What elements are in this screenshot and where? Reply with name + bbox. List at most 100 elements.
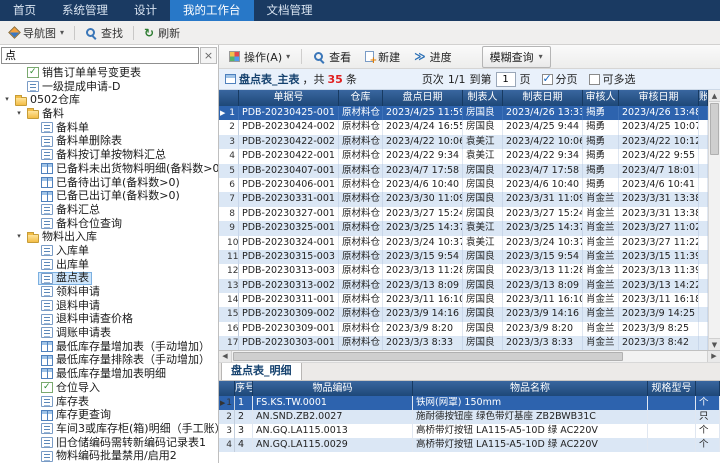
cell-warehouse: 原材料仓 <box>339 221 383 235</box>
cell-auditor: 肖金兰 <box>583 207 619 221</box>
table-row[interactable]: 9 PDB-20230325-001 原材料仓 2023/3/25 14:37 … <box>219 221 708 235</box>
tree-item[interactable]: 旧仓储编码需转新编码记录表1 <box>0 436 218 450</box>
table-row[interactable]: 15 PDB-20230309-002 原材料仓 2023/3/9 14:16 … <box>219 307 708 321</box>
horizontal-scrollbar[interactable]: ◀ ▶ <box>219 351 720 363</box>
tree-item-label: 备料 <box>42 107 64 121</box>
menu-item[interactable]: 我的工作台 <box>170 0 254 21</box>
clear-search-button[interactable]: × <box>200 47 217 64</box>
multiselect-checkbox[interactable] <box>589 74 600 85</box>
action-menu-button[interactable]: 操作(A) ▾ <box>223 47 296 67</box>
table-row[interactable]: 17 PDB-20230303-001 原材料仓 2023/3/3 8:33 房… <box>219 336 708 350</box>
refresh-icon: ↻ <box>144 27 154 39</box>
tree-item[interactable]: 入库单 <box>0 244 218 258</box>
scrollbar-thumb[interactable] <box>710 103 719 155</box>
col-header-docno[interactable]: 单据号 <box>239 90 339 106</box>
tree-item[interactable]: 已备待出订单(备料数>0) <box>0 176 218 190</box>
table-row[interactable]: 1 PDB-20230425-001 原材料仓 2023/4/25 11:59 … <box>219 106 708 120</box>
table-row[interactable]: 7 PDB-20230331-001 原材料仓 2023/3/30 11:09 … <box>219 192 708 206</box>
progress-button[interactable]: ≫ 进度 <box>408 47 458 67</box>
tree-item[interactable]: ▾ 0502仓库 <box>0 93 218 107</box>
scroll-left-button[interactable]: ◀ <box>219 351 232 362</box>
col-header-item-code[interactable]: 物品编码 <box>253 381 413 396</box>
table-row[interactable]: 11 PDB-20230315-003 原材料仓 2023/3/15 9:54 … <box>219 250 708 264</box>
tree-item[interactable]: 备料单 <box>0 121 218 135</box>
tree-item[interactable]: 出库单 <box>0 258 218 272</box>
col-header-item-name[interactable]: 物品名称 <box>413 381 648 396</box>
tree-item[interactable]: 调账申请表 <box>0 326 218 340</box>
tree-search-input[interactable] <box>1 47 199 64</box>
tree-expand-icon[interactable]: ▾ <box>14 107 24 121</box>
view-button[interactable]: 查看 <box>307 47 357 67</box>
menu-item[interactable]: 系统管理 <box>49 0 121 21</box>
tree-item[interactable]: 退料申请查价格 <box>0 312 218 326</box>
menu-item[interactable]: 文档管理 <box>254 0 326 21</box>
col-header-prepare-date[interactable]: 制表日期 <box>503 90 583 106</box>
detail-tab[interactable]: 盘点表_明细 <box>221 360 302 380</box>
tree-item[interactable]: 库存更查询 <box>0 408 218 422</box>
table-row[interactable]: 6 PDB-20230406-001 原材料仓 2023/4/6 10:40 房… <box>219 178 708 192</box>
table-row[interactable]: 8 PDB-20230327-001 原材料仓 2023/3/27 15:24 … <box>219 207 708 221</box>
scrollbar-thumb[interactable] <box>233 352 623 361</box>
tree-expand-icon[interactable]: ▾ <box>14 230 24 244</box>
detail-row[interactable]: 3 3 AN.GQ.LA115.0013 高桥带灯按钮 LA115-A5-10D… <box>219 424 720 438</box>
scroll-right-button[interactable]: ▶ <box>707 351 720 362</box>
new-button[interactable]: 新建 <box>359 47 406 67</box>
tree-item[interactable]: 备料按订单按物料汇总 <box>0 148 218 162</box>
col-header-audit-date[interactable]: 审核日期 <box>619 90 699 106</box>
table-row[interactable]: 2 PDB-20230424-002 原材料仓 2023/4/24 16:55 … <box>219 120 708 134</box>
col-header-warehouse[interactable]: 仓库 <box>339 90 383 106</box>
detail-row[interactable]: 4 4 AN.GQ.LA115.0029 高桥带灯按钮 LA115-A5-10D… <box>219 438 720 452</box>
detail-row[interactable]: 1 1 FS.KS.TW.0001 铁网(网罩) 150mm 个 <box>219 396 720 410</box>
tree-item[interactable]: 备料单删除表 <box>0 134 218 148</box>
tree-item[interactable]: 最低库存量增加表（手动增加） <box>0 340 218 354</box>
table-row[interactable]: 10 PDB-20230324-001 原材料仓 2023/3/24 10:37… <box>219 236 708 250</box>
menu-item[interactable]: 首页 <box>0 0 49 21</box>
tree-item[interactable]: ▾ 物料出入库 <box>0 230 218 244</box>
refresh-button[interactable]: ↻ 刷新 <box>139 23 185 43</box>
table-row[interactable]: 12 PDB-20230313-003 原材料仓 2023/3/13 11:28… <box>219 264 708 278</box>
col-header-account[interactable]: 账 <box>699 90 708 106</box>
find-button[interactable]: 查找 <box>80 23 128 43</box>
col-header-auditor[interactable]: 审核人 <box>583 90 619 106</box>
tree-item[interactable]: 库存表 <box>0 395 218 409</box>
scroll-up-button[interactable]: ▲ <box>709 90 720 102</box>
col-header-preparer[interactable]: 制表人 <box>463 90 503 106</box>
col-header-unit[interactable] <box>696 381 720 396</box>
tree-item[interactable]: 仓位导入 <box>0 381 218 395</box>
tree-item[interactable]: 最低库存量增加表明细 <box>0 367 218 381</box>
scroll-down-button[interactable]: ▼ <box>709 338 720 350</box>
tree-item[interactable]: 车间3或库存柜(箱)明细（手工账） <box>0 422 218 436</box>
tree-item[interactable]: 备料仓位查询 <box>0 217 218 231</box>
col-header-spec[interactable]: 规格型号 <box>648 381 696 396</box>
tree-item[interactable]: 备料汇总 <box>0 203 218 217</box>
tree-item[interactable]: 盘点表 <box>0 271 218 285</box>
table-row[interactable]: 3 PDB-20230422-002 原材料仓 2023/4/22 10:06 … <box>219 135 708 149</box>
navigation-map-button[interactable]: 导航图 ▾ <box>5 23 69 43</box>
grid-tab-label[interactable]: 盘点表_主表 <box>239 71 300 87</box>
vertical-scrollbar[interactable]: ▲ ▼ <box>708 90 720 350</box>
table-row[interactable]: 4 PDB-20230422-001 原材料仓 2023/4/22 9:34 袁… <box>219 149 708 163</box>
fuzzy-query-button[interactable]: 模糊查询 ▾ <box>482 46 551 68</box>
table-row[interactable]: 14 PDB-20230311-001 原材料仓 2023/3/11 16:10… <box>219 293 708 307</box>
col-header-seq[interactable]: 序号 <box>235 381 253 396</box>
tree-item[interactable]: 物料编码批量禁用/启用2 <box>0 449 218 463</box>
menu-item[interactable]: 设计 <box>121 0 170 21</box>
tree-item[interactable]: ▾ 备料 <box>0 107 218 121</box>
col-header-inventory-date[interactable]: 盘点日期 <box>383 90 463 106</box>
tree-item[interactable]: 销售订单单号变更表 <box>0 66 218 80</box>
detail-row[interactable]: 2 2 AN.SND.ZB2.0027 施耐德按钮座 绿色带灯基座 ZB2BWB… <box>219 410 720 424</box>
table-row[interactable]: 13 PDB-20230313-002 原材料仓 2023/3/13 8:09 … <box>219 279 708 293</box>
tree-item-label: 备料汇总 <box>56 203 100 217</box>
tree-expand-icon[interactable]: ▾ <box>2 93 12 107</box>
table-row[interactable]: 16 PDB-20230309-001 原材料仓 2023/3/9 8:20 房… <box>219 322 708 336</box>
tree-item[interactable]: 一级提成申请-D <box>0 80 218 94</box>
tree-item[interactable]: 领料申请 <box>0 285 218 299</box>
paging-checkbox[interactable] <box>542 74 553 85</box>
tree-item[interactable]: 最低库存量排除表（手动增加） <box>0 353 218 367</box>
tree-item[interactable]: 已备已出订单(备料数>0) <box>0 189 218 203</box>
page-number-input[interactable] <box>496 72 516 87</box>
tree-item[interactable]: 已备料未出货物料明细(备料数>0) <box>0 162 218 176</box>
table-row[interactable]: 5 PDB-20230407-001 原材料仓 2023/4/7 17:58 房… <box>219 164 708 178</box>
tree-item[interactable]: 退料申请 <box>0 299 218 313</box>
tree-item-icon <box>41 273 53 284</box>
